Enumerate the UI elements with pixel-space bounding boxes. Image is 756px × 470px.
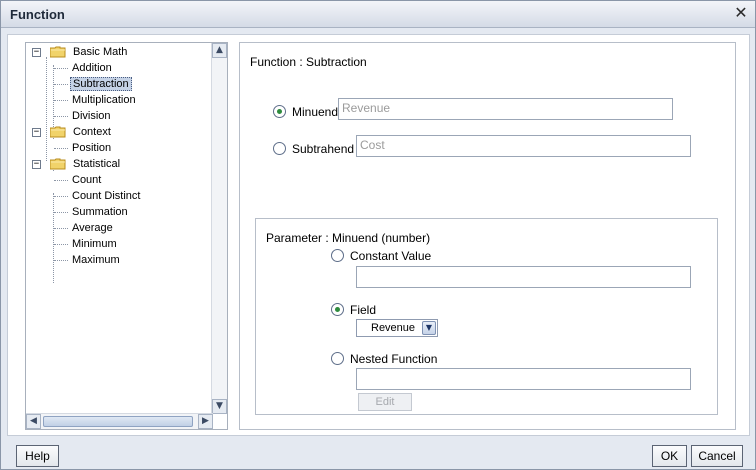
- function-tree: − Basic Math Addition Subtraction Multip…: [25, 42, 228, 430]
- tree-connector: [53, 193, 54, 283]
- minuend-label: Minuend: [292, 105, 339, 119]
- constant-value-label: Constant Value: [350, 249, 432, 263]
- tree-connector: [54, 244, 68, 245]
- tree-content: − Basic Math Addition Subtraction Multip…: [26, 43, 212, 411]
- field-radio[interactable]: [331, 303, 344, 316]
- constant-value-input[interactable]: [356, 266, 691, 288]
- scroll-down-icon[interactable]: ▼: [212, 399, 227, 414]
- tree-group-context[interactable]: Context: [71, 124, 113, 140]
- nested-function-label: Nested Function: [350, 352, 438, 366]
- tree-group-basic-math[interactable]: Basic Math: [71, 44, 129, 60]
- folder-icon: [50, 46, 66, 58]
- tree-item-position[interactable]: Position: [70, 140, 113, 156]
- tree-group-statistical[interactable]: Statistical: [71, 156, 122, 172]
- dialog-body: − Basic Math Addition Subtraction Multip…: [7, 34, 750, 436]
- tree-connector: [54, 196, 68, 197]
- help-button[interactable]: Help: [16, 445, 59, 467]
- tree-connector: [46, 57, 47, 161]
- tree-item-summation[interactable]: Summation: [70, 204, 130, 220]
- tree-item-minimum[interactable]: Minimum: [70, 236, 119, 252]
- tree-connector: [54, 84, 68, 85]
- field-select-value: Revenue: [371, 322, 416, 334]
- tree-item-addition[interactable]: Addition: [70, 60, 114, 76]
- scroll-up-icon[interactable]: ▲: [212, 43, 227, 58]
- tree-connector: [54, 228, 68, 229]
- tree-connector: [54, 148, 68, 149]
- field-label: Field: [350, 303, 377, 317]
- constant-value-radio[interactable]: [331, 249, 344, 262]
- subtrahend-label: Subtrahend: [292, 142, 355, 156]
- subtrahend-radio[interactable]: [273, 142, 286, 155]
- tree-connector: [54, 180, 68, 181]
- function-dialog: Function ✕ − Basic Math Addition Subtrac…: [0, 0, 756, 470]
- minuend-radio[interactable]: [273, 105, 286, 118]
- scroll-left-icon[interactable]: ◀: [26, 414, 41, 429]
- parameter-group: Parameter : Minuend (number) Constant Va…: [255, 218, 718, 415]
- collapse-icon[interactable]: −: [32, 160, 41, 169]
- nested-function-input[interactable]: [356, 368, 691, 390]
- chevron-down-icon[interactable]: ▼: [422, 321, 436, 335]
- tree-connector: [54, 100, 68, 101]
- vertical-scrollbar[interactable]: ▲ ▼: [211, 43, 227, 414]
- field-select[interactable]: Revenue ▼: [356, 319, 438, 337]
- close-icon[interactable]: ✕: [733, 5, 749, 21]
- parameter-heading: Parameter : Minuend (number): [266, 231, 431, 245]
- tree-connector: [54, 260, 68, 261]
- cancel-button[interactable]: Cancel: [691, 445, 743, 467]
- minuend-field[interactable]: Revenue: [338, 98, 673, 120]
- scrollbar-thumb[interactable]: [43, 416, 193, 427]
- tree-item-average[interactable]: Average: [70, 220, 115, 236]
- tree-connector: [54, 116, 68, 117]
- folder-icon: [50, 158, 66, 170]
- subtrahend-field[interactable]: Cost: [356, 135, 691, 157]
- function-heading: Function : Subtraction: [250, 55, 367, 69]
- edit-button[interactable]: Edit: [358, 393, 412, 411]
- tree-connector: [54, 68, 68, 69]
- title-bar[interactable]: Function ✕: [1, 1, 755, 28]
- tree-connector: [54, 212, 68, 213]
- collapse-icon[interactable]: −: [32, 48, 41, 57]
- nested-function-radio[interactable]: [331, 352, 344, 365]
- tree-item-count[interactable]: Count: [70, 172, 103, 188]
- tree-item-subtraction[interactable]: Subtraction: [70, 76, 132, 92]
- tree-item-multiplication[interactable]: Multiplication: [70, 92, 138, 108]
- horizontal-scrollbar[interactable]: ◀ ▶: [26, 413, 213, 429]
- tree-item-division[interactable]: Division: [70, 108, 113, 124]
- ok-button[interactable]: OK: [652, 445, 687, 467]
- collapse-icon[interactable]: −: [32, 128, 41, 137]
- folder-icon: [50, 126, 66, 138]
- scroll-right-icon[interactable]: ▶: [198, 414, 213, 429]
- tree-item-count-distinct[interactable]: Count Distinct: [70, 188, 142, 204]
- dialog-title: Function: [10, 7, 65, 22]
- tree-item-maximum[interactable]: Maximum: [70, 252, 122, 268]
- function-detail-panel: Function : Subtraction Minuend Revenue S…: [239, 42, 736, 430]
